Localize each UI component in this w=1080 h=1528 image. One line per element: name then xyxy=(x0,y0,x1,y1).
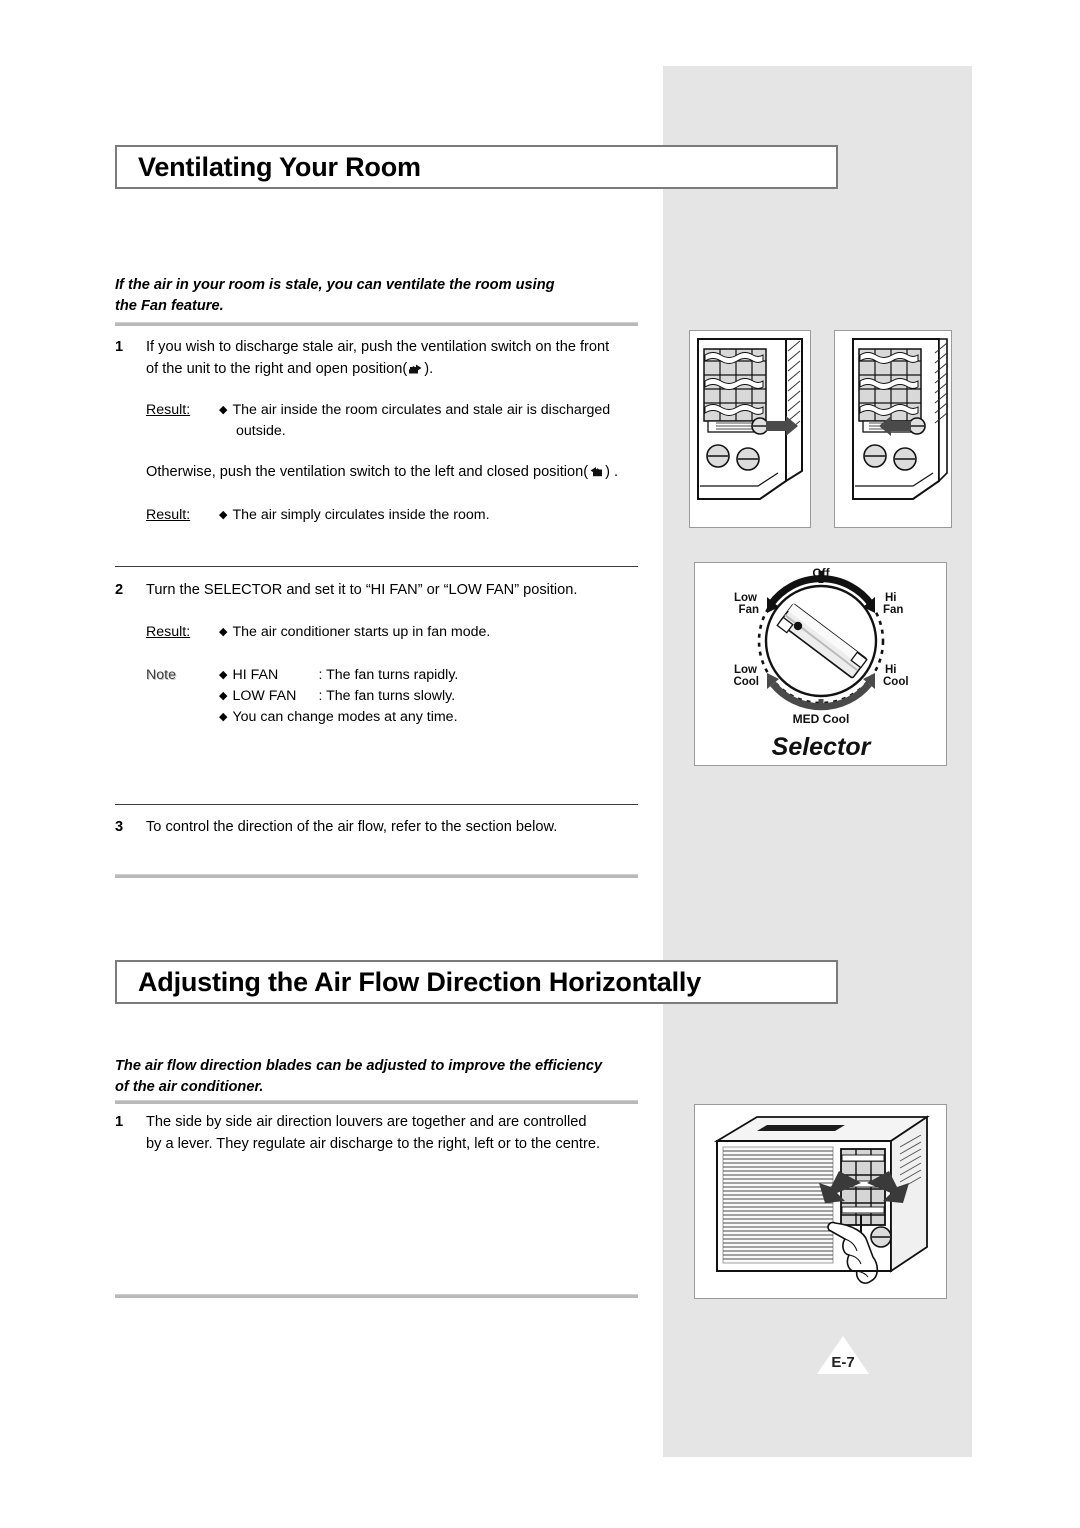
vent-switch-open-icon xyxy=(408,362,423,375)
result2-text-1: The air simply circulates inside the roo… xyxy=(232,507,490,523)
page-subtitle: Adjusting the Air Flow Direction Horizon… xyxy=(138,966,702,997)
note-item-1: ◆ HI FAN : The fan turns rapidly. xyxy=(219,665,656,686)
step-1-line-2-post: ). xyxy=(424,360,434,377)
note-term-1: HI FAN xyxy=(232,667,279,683)
step-1-line-2-pre: of the unit to the right and open positi… xyxy=(146,360,408,377)
step-number: 1 xyxy=(115,339,124,355)
note-desc-3: You can change modes at any time. xyxy=(232,709,458,725)
note-item-3: ◆ You can change modes at any time. xyxy=(219,707,656,728)
divider-light-2 xyxy=(115,874,638,878)
diamond-bullet-icon: ◆ xyxy=(219,669,228,681)
label-hi-fan-2: Fan xyxy=(883,604,903,616)
step-2-selector: 2 Turn the SELECTOR and set it to “HI FA… xyxy=(115,580,655,602)
result-bullet-line-2: outside. xyxy=(236,423,286,439)
label-hi-cool-1: Hi xyxy=(885,664,897,676)
divider-dark-2 xyxy=(115,804,638,805)
divider-dark-1 xyxy=(115,566,638,567)
step-3-airflow-ref: 3 To control the direction of the air fl… xyxy=(115,817,655,839)
otherwise-post: ) . xyxy=(605,464,619,480)
result-bullet-line-1: ◆ The air conditioner starts up in fan mo… xyxy=(219,622,656,643)
result2-bullet-line-1: ◆ The air simply circulates inside the ro… xyxy=(219,505,656,526)
label-off: Off xyxy=(812,566,830,580)
vent-switch-closed-icon xyxy=(589,465,604,478)
note-item-2: ◆ LOW FAN : The fan turns slowly. xyxy=(219,686,656,707)
result-bullet-line-1: ◆ The air inside the room circulates and … xyxy=(219,400,656,421)
section-heading-ventilating: Ventilating Your Room xyxy=(115,145,838,189)
otherwise-pre: Otherwise, push the ventilation switch t… xyxy=(146,464,589,480)
page-title: Ventilating Your Room xyxy=(138,151,421,182)
step-1-line-2: of the unit to the right and open positi… xyxy=(146,359,655,381)
step-1-line-1: If you wish to discharge stale air, push… xyxy=(146,339,610,355)
section-one-intro: If the air in your room is stale, you ca… xyxy=(115,275,645,317)
step-1-ventilating: 1 If you wish to discharge stale air, pu… xyxy=(115,337,655,380)
step-1-result-2: Result: ◆ The air simply circulates insid… xyxy=(146,505,656,526)
step-number: 1 xyxy=(115,1114,124,1130)
step2-1-line-1: The side by side air direction louvers a… xyxy=(146,1114,587,1130)
figure-louver-lever xyxy=(694,1104,947,1299)
intro-line-2: the Fan feature. xyxy=(115,298,224,314)
intro2-line-1: The air flow direction blades can be adj… xyxy=(115,1058,603,1074)
diamond-bullet-icon: ◆ xyxy=(219,711,228,723)
step-number: 2 xyxy=(115,582,124,598)
note-desc-1: : The fan turns rapidly. xyxy=(318,667,459,683)
figure-vent-switch-open xyxy=(689,330,811,528)
result-label: Result: xyxy=(146,402,191,418)
result-text-1: The air inside the room circulates and s… xyxy=(232,402,611,418)
result-label: Result: xyxy=(146,624,191,640)
label-hi-cool-2: Cool xyxy=(883,676,909,688)
step-1-louvers: 1 The side by side air direction louvers… xyxy=(115,1112,655,1155)
label-med-cool: MED Cool xyxy=(793,712,850,726)
note-desc-2: : The fan turns slowly. xyxy=(318,688,456,704)
note-label: Note xyxy=(146,667,176,683)
label-hi-fan-1: Hi xyxy=(885,592,897,604)
step-2-result: Result: ◆ The air conditioner starts up i… xyxy=(146,622,656,643)
diamond-bullet-icon: ◆ xyxy=(219,509,228,521)
step2-1-line-2: by a lever. They regulate air discharge … xyxy=(146,1135,601,1152)
section-heading-airflow: Adjusting the Air Flow Direction Horizon… xyxy=(115,960,838,1004)
page-content: Ventilating Your Room If the air in your… xyxy=(0,0,1080,1528)
selector-caption: Selector xyxy=(772,733,872,761)
label-low-cool-1: Low xyxy=(734,664,757,676)
page-number: E-7 xyxy=(831,1354,855,1371)
section-two-intro: The air flow direction blades can be adj… xyxy=(115,1056,645,1098)
label-low-cool-2: Cool xyxy=(733,676,759,688)
figure-selector-dial: Off Low Fan Hi Fan Low Cool Hi Cool MED … xyxy=(694,562,947,766)
label-low-fan-1: Low xyxy=(734,592,757,604)
step-2-line-1: Turn the SELECTOR and set it to “HI FAN”… xyxy=(146,582,578,598)
note-term-2: LOW FAN xyxy=(232,688,297,704)
diamond-bullet-icon: ◆ xyxy=(219,404,228,416)
step-2-note: Note ◆ HI FAN : The fan turns rapidly. ◆ LO… xyxy=(146,665,656,728)
result-text-1: The air conditioner starts up in fan mod… xyxy=(232,624,491,640)
step-1-result: Result: ◆ The air inside the room circula… xyxy=(146,400,656,442)
label-low-fan-2: Fan xyxy=(739,604,759,616)
divider-light-1 xyxy=(115,322,638,326)
intro-line-1: If the air in your room is stale, you ca… xyxy=(115,277,555,293)
diamond-bullet-icon: ◆ xyxy=(219,690,228,702)
intro2-line-2: of the air conditioner. xyxy=(115,1079,264,1095)
result-label-2: Result: xyxy=(146,507,191,523)
step-3-line-1: To control the direction of the air flow… xyxy=(146,819,558,835)
divider-light-4 xyxy=(115,1294,638,1298)
step-number: 3 xyxy=(115,819,124,835)
divider-light-3 xyxy=(115,1100,638,1104)
step-1-otherwise: Otherwise, push the ventilation switch t… xyxy=(146,462,666,484)
diamond-bullet-icon: ◆ xyxy=(219,626,228,638)
figure-vent-switch-closed xyxy=(834,330,952,528)
